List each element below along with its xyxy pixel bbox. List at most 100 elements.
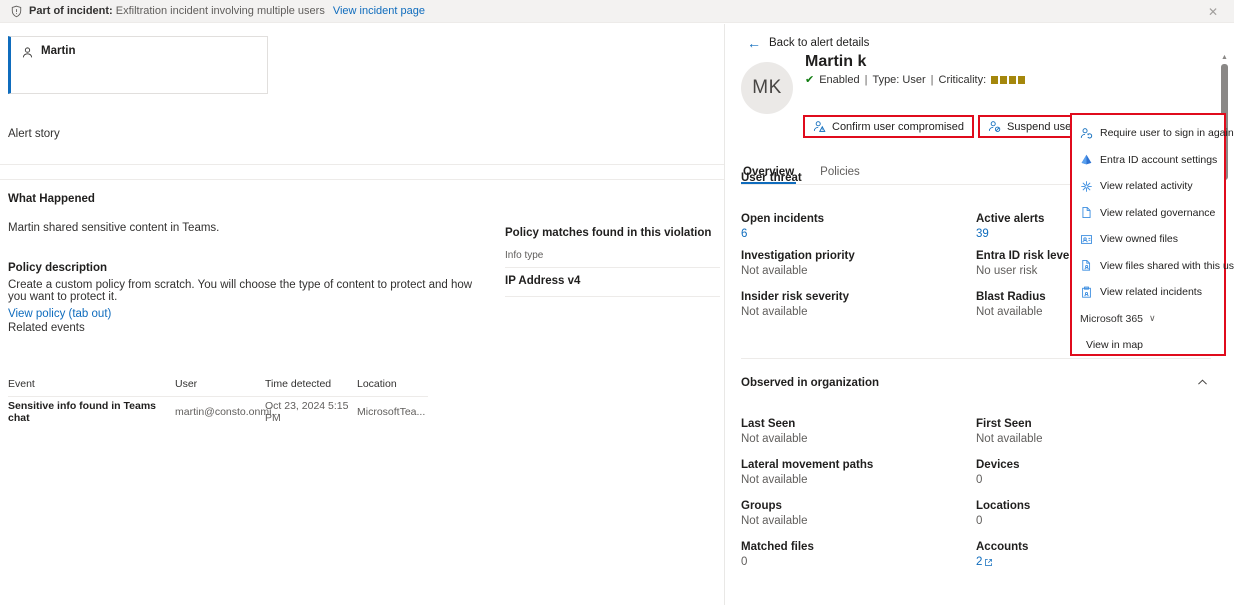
field-insider-risk-severity: Insider risk severity Not available <box>741 291 966 318</box>
field-value[interactable]: 6 <box>741 228 966 240</box>
menu-item-view-files-shared-with-this-user[interactable]: View files shared with this user <box>1072 253 1234 280</box>
cell-location: MicrosoftTea... <box>357 406 426 418</box>
menu-item-entra-id-account-settings[interactable]: Entra ID account settings <box>1072 147 1224 174</box>
field-investigation-priority: Investigation priority Not available <box>741 250 966 277</box>
field-label: Investigation priority <box>741 250 855 262</box>
related-events-table: Event User Time detected Location Sensit… <box>8 371 428 427</box>
field-label: Groups <box>741 500 782 512</box>
what-happened-title: What Happened <box>8 193 95 205</box>
table-row[interactable]: Sensitive info found in Teams chat marti… <box>8 397 428 427</box>
menu-item-label: Entra ID account settings <box>1100 153 1218 166</box>
back-to-alert-details-link[interactable]: ← Back to alert details <box>747 36 869 50</box>
person-warning-icon <box>813 120 826 133</box>
tab-policies[interactable]: Policies <box>818 166 862 184</box>
field-value: 0 <box>741 556 748 568</box>
menu-item-view-related-governance[interactable]: View related governance <box>1072 200 1224 227</box>
page-title: Martin k <box>805 53 867 70</box>
field-label: Matched files <box>741 541 814 553</box>
field-label: Lateral movement paths <box>741 459 874 471</box>
what-happened-text: Martin shared sensitive content in Teams… <box>8 222 220 234</box>
field-first-seen: First Seen Not available <box>976 418 1201 445</box>
menu-item-view-owned-files[interactable]: View owned files <box>1072 226 1224 253</box>
activity-icon <box>1080 180 1093 193</box>
policy-description-title: Policy description <box>8 262 108 274</box>
user-entity-card[interactable]: Martin <box>8 36 268 94</box>
field-value-wrap[interactable]: 2 <box>976 556 1201 568</box>
view-incident-page-link[interactable]: View incident page <box>333 5 425 17</box>
field-lateral-movement-paths: Lateral movement paths Not available <box>741 459 966 486</box>
field-value: Not available <box>976 433 1043 445</box>
meta-separator: | <box>930 74 934 86</box>
divider <box>505 267 720 268</box>
back-link-label: Back to alert details <box>769 37 870 49</box>
incident-banner: Part of incident: Exfiltration incident … <box>0 0 1234 23</box>
field-matched-files: Matched files 0 <box>741 541 966 568</box>
field-label: Locations <box>976 500 1031 512</box>
field-label: Last Seen <box>741 418 796 430</box>
field-devices: Devices 0 <box>976 459 1201 486</box>
menu-item-view-related-activity[interactable]: View related activity <box>1072 173 1224 200</box>
divider <box>505 296 720 297</box>
column-header-event: Event <box>8 377 35 390</box>
user-card-name: Martin <box>41 45 76 57</box>
person-icon <box>21 46 34 59</box>
clipboard-icon <box>1080 286 1093 299</box>
close-icon[interactable]: ✕ <box>1200 4 1226 20</box>
menu-group-label: Microsoft 365 <box>1080 312 1144 325</box>
confirm-user-compromised-button[interactable]: Confirm user compromised <box>803 115 975 138</box>
divider <box>0 164 724 165</box>
menu-item-view-in-map[interactable]: View in map <box>1072 332 1224 358</box>
policy-matches-subhead: Info type <box>505 250 544 261</box>
divider <box>0 179 724 180</box>
cell-user: martin@consto.onmi... <box>175 406 281 418</box>
field-label: First Seen <box>976 418 1032 430</box>
field-value: Not available <box>741 265 808 277</box>
cell-time-detected: Oct 23, 2024 5:15 PM <box>265 400 349 424</box>
field-value: Not available <box>741 433 808 445</box>
divider <box>741 358 1211 359</box>
person-sync-icon <box>1080 127 1093 140</box>
field-accounts: Accounts 2 <box>976 541 1201 568</box>
menu-item-label: View files shared with this user <box>1100 259 1234 272</box>
menu-item-label: View related activity <box>1100 180 1193 193</box>
menu-group-microsoft-365[interactable]: Microsoft 365 ∨ <box>1072 306 1224 332</box>
field-label: Devices <box>976 459 1020 471</box>
cell-event: Sensitive info found in Teams chat <box>8 400 156 424</box>
field-value: Not available <box>741 306 808 318</box>
view-policy-link[interactable]: View policy (tab out) <box>8 308 111 320</box>
policy-matches-title: Policy matches found in this violation <box>505 227 712 239</box>
menu-item-view-related-incidents[interactable]: View related incidents <box>1072 279 1224 306</box>
alert-story-title: Alert story <box>8 128 60 140</box>
scroll-up-arrow-icon[interactable]: ▲ <box>1221 54 1228 62</box>
confirm-user-compromised-label: Confirm user compromised <box>832 120 965 133</box>
app-root: Part of incident: Exfiltration incident … <box>0 0 1234 605</box>
user-type-label: Type: User <box>872 74 926 86</box>
banner-label: Part of incident: <box>29 5 113 17</box>
shield-alert-icon <box>10 5 23 18</box>
chevron-up-icon[interactable] <box>1196 376 1209 389</box>
policy-matches-value: IP Address v4 <box>505 275 581 287</box>
user-threat-title: User threat <box>741 172 802 184</box>
related-events-title: Related events <box>8 322 85 334</box>
banner-text: Exfiltration incident involving multiple… <box>115 5 325 17</box>
alert-details-pane: Martin Alert story What Happened Martin … <box>0 24 724 605</box>
field-value: Not available <box>741 474 808 486</box>
policy-description-text: Create a custom policy from scratch. You… <box>8 279 473 303</box>
field-label: Open incidents <box>741 213 825 225</box>
chevron-down-icon: ∨ <box>1149 313 1156 323</box>
field-value: 2 <box>976 556 983 568</box>
field-label: Insider risk severity <box>741 291 850 303</box>
column-header-location: Location <box>357 377 397 390</box>
owned-files-icon <box>1080 233 1093 246</box>
field-value: 0 <box>976 515 983 527</box>
field-last-seen: Last Seen Not available <box>741 418 966 445</box>
column-header-user: User <box>175 377 198 390</box>
menu-item-label: View related governance <box>1100 206 1216 219</box>
criticality-label: Criticality: <box>938 74 987 86</box>
check-circle-icon: ✔ <box>805 73 815 86</box>
user-meta: ✔ Enabled | Type: User | Criticality: <box>805 73 1026 86</box>
field-locations: Locations 0 <box>976 500 1201 527</box>
criticality-indicator <box>991 76 1026 84</box>
document-icon <box>1080 206 1093 219</box>
menu-item-require-user-to-sign-in-again[interactable]: Require user to sign in again <box>1072 120 1234 147</box>
